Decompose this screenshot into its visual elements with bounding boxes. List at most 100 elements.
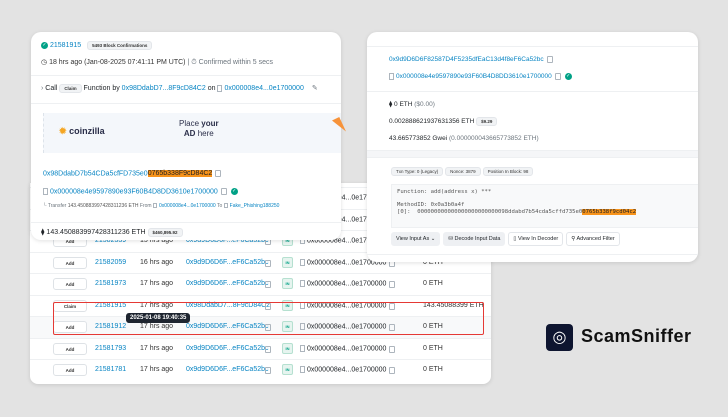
ad-arrow-icon bbox=[331, 117, 347, 135]
from-link[interactable]: 0x9d9D6D6F...eF6Ca52bc bbox=[186, 366, 269, 373]
block-link[interactable]: 21582059 bbox=[95, 259, 126, 266]
method-badge: Add bbox=[53, 278, 87, 290]
position-badge: Position In Block: 98 bbox=[482, 167, 534, 176]
to-address-link[interactable]: 0x000008e4e9597890e93F60B4D8DD3610e17000… bbox=[396, 73, 552, 80]
chevron-right-icon: › bbox=[41, 85, 44, 92]
copy-icon[interactable] bbox=[265, 281, 271, 288]
to-address: 0x000008e4...0e1700000 bbox=[300, 344, 386, 352]
table-row: Add 21581793 17 hrs ago 0x9d9D6D6F...eF6… bbox=[30, 337, 491, 360]
direction-badge: IN bbox=[282, 342, 293, 354]
copy-icon[interactable] bbox=[215, 170, 222, 177]
function-by-label: Function by bbox=[83, 85, 120, 92]
timestamp-text: 18 hrs ago (Jan-08-2025 07:41:11 PM UTC) bbox=[49, 59, 186, 66]
contract-icon bbox=[300, 344, 305, 352]
block-link[interactable]: 21581915 bbox=[50, 42, 81, 49]
verified-icon: ✓ bbox=[230, 188, 238, 195]
scamsniffer-logo: ◎ bbox=[546, 324, 573, 351]
input-data-box[interactable]: Function: add(address x) *** MethodID: 0… bbox=[391, 184, 698, 228]
txn-type-badge: Txn Type: 0 (Legacy) bbox=[391, 167, 444, 176]
copy-icon[interactable] bbox=[265, 259, 271, 267]
input-actions: View Input As ⌄ ⛁ Decode Input Data ▯ View… bbox=[391, 232, 623, 246]
contract-icon bbox=[217, 84, 223, 92]
to-address: 0x000008e4...0e1700000 bbox=[300, 280, 386, 287]
age: 17 hrs ago bbox=[140, 344, 174, 352]
copy-icon[interactable] bbox=[265, 345, 271, 353]
filter-icon: ⚲ bbox=[571, 236, 576, 242]
block-link[interactable]: 21581793 bbox=[95, 345, 126, 352]
decode-icon: ⛁ bbox=[448, 236, 453, 242]
copy-icon[interactable] bbox=[546, 56, 553, 63]
contract-icon bbox=[300, 280, 305, 287]
call-label: Call bbox=[45, 85, 58, 92]
copy-icon[interactable] bbox=[265, 367, 271, 374]
ad-text: Place your AD here bbox=[179, 119, 219, 138]
table-row: Add 21581781 17 hrs ago 0x9d9D6D6F...eF6… bbox=[30, 359, 491, 381]
call-row: › Call Claim Function by 0x98DdabD7...8F… bbox=[41, 84, 318, 93]
to-address: 0x000008e4e9597890e93F60B4D8DD3610e17000… bbox=[43, 188, 238, 195]
view-in-decoder-button[interactable]: ▯ View In Decoder bbox=[508, 232, 564, 246]
transfer-to-link[interactable]: Fake_Phishing188250 bbox=[230, 203, 280, 209]
method-badge: Add bbox=[53, 342, 87, 355]
value-usd: ($0.00) bbox=[414, 101, 435, 108]
transaction-summary-card: ✓ 21581915 5493 Block Confirmations ◷ 18 … bbox=[31, 32, 347, 240]
contract-icon bbox=[43, 188, 48, 195]
contract-icon bbox=[389, 73, 394, 80]
age: 17 hrs ago bbox=[140, 366, 174, 373]
value-text: 0 ETH bbox=[394, 101, 413, 108]
from-link[interactable]: 0x9d9D6D6F...eF6Ca52bc bbox=[186, 259, 269, 266]
document-icon: ▯ bbox=[513, 236, 517, 242]
timestamp: ◷ 18 hrs ago (Jan-08-2025 07:41:11 PM UT… bbox=[41, 59, 273, 66]
amount: 0 ETH bbox=[423, 366, 443, 373]
verified-icon: ✓ bbox=[564, 73, 572, 80]
copy-icon[interactable] bbox=[220, 188, 227, 195]
to-address: 0x000008e4...0e1700000 bbox=[300, 366, 386, 373]
input-param: [0]: 000000000000000000000000098ddabd7b5… bbox=[397, 208, 583, 215]
highlight-box bbox=[53, 302, 484, 335]
on-label: on bbox=[207, 85, 216, 92]
gas-price-row: 43.665773852 Gwei (0.000000043665773852 … bbox=[389, 135, 539, 142]
contract-link[interactable]: 0x000008e4...0e1700000 bbox=[224, 85, 303, 92]
timer-icon: ⏱ bbox=[191, 59, 197, 66]
fee-text: 0.002888621937631356 ETH bbox=[389, 118, 475, 125]
to-address-link[interactable]: 0x000008e4e9597890e93F60B4D8DD3610e17000… bbox=[50, 188, 218, 195]
decode-input-button[interactable]: ⛁ Decode Input Data bbox=[443, 232, 506, 246]
table-row: Add 21581973 17 hrs ago 0x9d9D6D6F...eF6… bbox=[30, 273, 491, 295]
from-address-link[interactable]: 0x98DdabD7b54CDa5cfFD735e0 bbox=[43, 170, 148, 177]
confirmations-badge: 5493 Block Confirmations bbox=[87, 41, 153, 50]
value-row: ⧫ 0 ETH ($0.00) bbox=[389, 100, 435, 108]
method-badge: Add bbox=[53, 256, 87, 269]
amount: 0 ETH bbox=[423, 344, 443, 352]
param-highlight: 0765b338f9cd04c2 bbox=[582, 208, 637, 215]
copy-icon[interactable] bbox=[554, 73, 561, 80]
ad-banner[interactable]: ✹ coinzilla Place your AD here bbox=[43, 113, 347, 153]
success-icon: ✓ bbox=[41, 41, 48, 49]
amount: 0 ETH bbox=[423, 280, 443, 287]
copy-icon[interactable] bbox=[389, 281, 395, 288]
transaction-detail-card: 0x9d9D6D6F82587D4F5235dfEaC13d4f8eF6Ca52… bbox=[367, 32, 698, 262]
direction-badge: IN bbox=[282, 364, 293, 375]
copy-icon[interactable] bbox=[389, 367, 395, 374]
usd-badge: $460,895.92 bbox=[147, 228, 183, 237]
block-link[interactable]: 21581973 bbox=[95, 280, 126, 287]
fee-row: 0.002888621937631356 ETH $9.29 bbox=[389, 117, 498, 126]
clock-icon: ◷ bbox=[41, 59, 48, 66]
from-link[interactable]: 0x9d9D6D6F...eF6Ca52bc bbox=[186, 280, 269, 287]
method-badge: Claim bbox=[59, 84, 82, 93]
value-text: 143.450883997428311236 ETH bbox=[46, 229, 146, 236]
confirmed-text: Confirmed within 5 secs bbox=[198, 59, 273, 66]
from-address-link[interactable]: 0x9d9D6D6F82587D4F5235dfEaC13d4f8eF6Ca52… bbox=[389, 56, 544, 63]
view-input-as-button[interactable]: View Input As ⌄ bbox=[391, 232, 441, 246]
transfer-from-link[interactable]: 0x000008e4...0e1700000 bbox=[159, 203, 216, 209]
copy-icon[interactable] bbox=[389, 345, 395, 353]
direction-badge: IN bbox=[282, 278, 293, 289]
advanced-filter-button[interactable]: ⚲ Advanced Filter bbox=[566, 232, 620, 246]
pencil-icon[interactable]: ✎ bbox=[312, 85, 318, 92]
from-link[interactable]: 0x9d9D6D6F...eF6Ca52bc bbox=[186, 345, 269, 352]
txn-attributes: Txn Type: 0 (Legacy) Nonce: 3879 Positio… bbox=[391, 167, 534, 176]
caller-link[interactable]: 0x98DdabD7...8F9cD84C2 bbox=[122, 85, 206, 92]
brand-name: ScamSniffer bbox=[581, 326, 692, 346]
block-link[interactable]: 21581781 bbox=[95, 366, 126, 373]
transfer-row: └ Transfer 143.450883997428311236 ETH Fr… bbox=[43, 203, 280, 209]
age: 17 hrs ago bbox=[140, 280, 174, 287]
gas-price-eth: (0.000000043665773852 ETH) bbox=[449, 135, 539, 142]
